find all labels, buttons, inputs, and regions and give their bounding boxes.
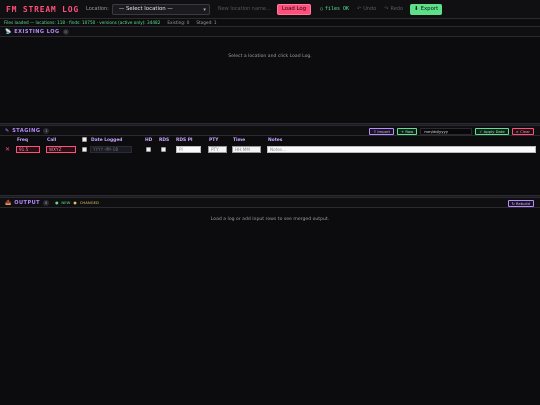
redo-label: Redo — [390, 6, 404, 12]
undo-label: Undo — [363, 6, 377, 12]
time-placeholder: HH:MM — [235, 147, 250, 152]
existing-log-body: Select a location and click Load Log. — [0, 37, 540, 123]
staging-table: Freq Call Date Logged HD RDS RDS PI PTY … — [0, 136, 540, 195]
redo-button[interactable]: ↷ Redo — [384, 6, 403, 12]
freq-placeholder: 91.5 — [19, 147, 29, 152]
files-ok-indicator: ◯ files OK — [320, 6, 349, 12]
files-loaded-status: Files loaded — locations: 118 · finds: 1… — [4, 20, 161, 25]
new-location-input[interactable]: New location name... — [214, 3, 271, 15]
apply-date-button[interactable]: ✓ Apply Date — [475, 128, 509, 135]
location-select-value: — Select location — — [118, 6, 173, 12]
pty-placeholder: PTY — [211, 147, 219, 152]
status-circle-icon: ◯ — [320, 6, 323, 12]
status-bar: Files loaded — locations: 118 · finds: 1… — [0, 19, 540, 27]
staging-header: ✎ STAGING 1 ⇪ Import + Row mm/dd/yyyy ✓ … — [0, 126, 540, 136]
staging-table-header: Freq Call Date Logged HD RDS RDS PI PTY … — [0, 136, 540, 144]
output-count: 0 — [43, 199, 50, 206]
column-freq: Freq — [17, 137, 29, 143]
apply-date-placeholder: mm/dd/yyyy — [424, 129, 449, 134]
antenna-icon: 📡 — [5, 28, 12, 35]
delete-row-icon[interactable]: ✕ — [5, 146, 10, 153]
legend-new-label: NEW — [61, 200, 71, 205]
apply-date-input[interactable]: mm/dd/yyyy — [420, 128, 473, 135]
import-label: Import — [377, 129, 390, 134]
existing-log-empty-message: Select a location and click Load Log. — [228, 54, 312, 59]
legend-changed-label: CHANGED — [79, 200, 99, 205]
column-rds-pi: RDS PI — [176, 137, 193, 143]
pty-input[interactable]: PTY — [208, 146, 227, 153]
legend-new-icon: ● — [55, 200, 59, 205]
column-time: Time — [233, 137, 246, 143]
column-call: Call — [47, 137, 57, 143]
undo-button[interactable]: ↶ Undo — [357, 6, 376, 12]
staging-count: 1 — [43, 127, 50, 134]
legend-changed-icon: ● — [73, 200, 77, 205]
apply-date-label: ✓ Apply Date — [479, 129, 505, 134]
hd-checkbox[interactable] — [146, 147, 151, 152]
download-icon: ⬇ — [414, 6, 419, 12]
import-icon: ⇪ — [373, 129, 377, 134]
export-button[interactable]: ⬇ Export — [410, 3, 443, 15]
column-notes: Notes — [268, 137, 283, 143]
call-input[interactable]: WXYZ — [46, 146, 76, 153]
files-ok-label: files OK — [324, 6, 350, 12]
notes-placeholder: Notes... — [270, 147, 287, 152]
load-log-label: Load Log — [281, 6, 307, 12]
rds-pi-placeholder: PI — [179, 147, 183, 152]
column-hd: HD — [145, 137, 153, 143]
add-row-button[interactable]: + Row — [396, 128, 418, 135]
date-logged-placeholder: YYYY-MM-DD — [93, 147, 119, 152]
column-pty: PTY — [209, 137, 219, 143]
freq-input[interactable]: 91.5 — [16, 146, 40, 153]
clear-label: × Clear — [515, 129, 530, 134]
rebuild-label: Rebuild — [515, 201, 530, 206]
output-legend: ● NEW ● CHANGED — [55, 200, 99, 205]
output-body: Load a log or add input rows to see merg… — [0, 208, 540, 222]
select-all-checkbox[interactable] — [82, 137, 87, 142]
output-empty-message: Load a log or add input rows to see merg… — [210, 217, 330, 222]
date-logged-input[interactable]: YYYY-MM-DD — [90, 146, 132, 153]
staging-actions: ⇪ Import + Row mm/dd/yyyy ✓ Apply Date ×… — [369, 128, 534, 135]
rds-checkbox[interactable] — [161, 147, 166, 152]
column-rds: RDS — [159, 137, 170, 143]
staging-title: STAGING — [12, 127, 41, 134]
location-select[interactable]: — Select location — ▾ — [111, 3, 210, 15]
column-date-logged: Date Logged — [91, 137, 123, 143]
app-title: FM STREAM LOG — [6, 4, 80, 14]
rds-pi-input[interactable]: PI — [176, 146, 201, 153]
outbox-icon: 📤 — [5, 199, 12, 206]
rebuild-button[interactable]: ↻ Rebuild — [507, 200, 534, 207]
existing-count-status: Existing: 0 — [167, 20, 190, 25]
row-select-checkbox[interactable] — [82, 147, 87, 152]
add-row-label: + Row — [400, 129, 414, 134]
load-log-button[interactable]: Load Log — [276, 3, 312, 15]
import-button[interactable]: ⇪ Import — [369, 128, 394, 135]
undo-icon: ↶ — [357, 6, 362, 12]
existing-log-title: EXISTING LOG — [14, 28, 60, 35]
chevron-down-icon: ▾ — [203, 6, 206, 13]
clear-button[interactable]: × Clear — [511, 128, 534, 135]
refresh-icon: ↻ — [511, 201, 515, 206]
notes-input[interactable]: Notes... — [267, 146, 536, 153]
call-placeholder: WXYZ — [49, 147, 62, 152]
redo-icon: ↷ — [384, 6, 389, 12]
output-title: OUTPUT — [14, 199, 41, 206]
export-label: Export — [420, 6, 439, 12]
output-header: 📤 OUTPUT 0 ● NEW ● CHANGED ↻ Rebuild — [0, 198, 540, 208]
time-input[interactable]: HH:MM — [232, 146, 261, 153]
top-toolbar: FM STREAM LOG Location: — Select locatio… — [0, 0, 540, 19]
new-location-placeholder: New location name... — [217, 6, 271, 12]
location-label: Location: — [86, 6, 109, 12]
staged-count-status: Staged: 1 — [196, 20, 217, 25]
edit-icon: ✎ — [5, 127, 10, 134]
existing-log-header: 📡 EXISTING LOG 0 — [0, 27, 540, 37]
table-row: ✕ 91.5 WXYZ YYYY-MM-DD PI PTY HH:MM Note… — [0, 144, 540, 155]
existing-log-count: 0 — [62, 28, 69, 35]
